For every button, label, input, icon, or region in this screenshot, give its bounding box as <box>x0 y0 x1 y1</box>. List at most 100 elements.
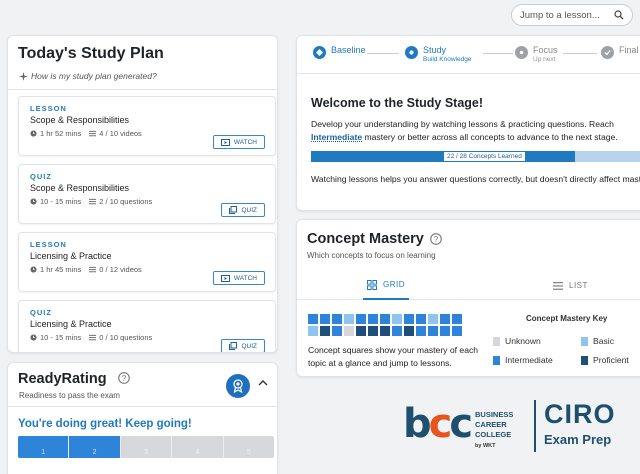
clock-icon <box>30 334 37 341</box>
tab-list-label: LIST <box>569 281 588 290</box>
list-icon <box>89 266 97 273</box>
ciro-logo-text: CIRO <box>544 399 616 429</box>
study-plan-title: Today's Study Plan <box>18 45 164 62</box>
step-final[interactable]: Final <box>601 45 639 59</box>
concepts-progress-fill <box>311 151 575 162</box>
plan-item-duration: 10 - 15 mins <box>40 333 82 342</box>
grid-icon <box>367 279 377 290</box>
lesson-search[interactable]: Jump to a lesson... <box>511 4 633 26</box>
concept-square[interactable] <box>308 326 318 336</box>
step-sublabel: Up next <box>533 56 556 63</box>
bcc-logo-mark: bcc <box>403 401 473 447</box>
concept-square[interactable] <box>404 326 414 336</box>
plan-item[interactable]: QUIZ Licensing & Practice 10 - 15 mins 0… <box>18 300 276 352</box>
concept-square[interactable] <box>368 314 378 324</box>
key-label: Unknown <box>505 336 541 346</box>
bookmark-icon <box>493 336 500 346</box>
plan-item-title: Licensing & Practice <box>30 251 112 261</box>
step-label: Baseline <box>331 45 366 55</box>
plan-item-duration: 10 - 15 mins <box>40 197 82 206</box>
step-focus[interactable]: Focus Up next <box>515 45 558 63</box>
college-name: BUSINESS CAREER COLLEGE by WKT <box>475 410 513 451</box>
concept-square[interactable] <box>428 314 438 324</box>
concept-grid-description: Concept squares show your mastery of eac… <box>308 345 479 368</box>
concept-square[interactable] <box>392 326 402 336</box>
bookmark-icon <box>581 355 588 365</box>
plan-item[interactable]: LESSON Licensing & Practice 1 hr 45 mins… <box>18 232 276 292</box>
divider <box>8 406 277 407</box>
bcc-ciro-logo: bcc BUSINESS CAREER COLLEGE by WKT CIRO Exa… <box>403 399 633 455</box>
ready-rating-bar: 1 2 3 4 5 <box>18 436 274 458</box>
help-icon[interactable]: ? <box>118 372 130 384</box>
watch-button[interactable]: WATCH <box>212 135 265 149</box>
rating-segment: 2 <box>69 436 121 458</box>
concept-square[interactable] <box>308 314 318 324</box>
chevron-up-icon[interactable] <box>258 379 268 386</box>
concept-square[interactable] <box>332 314 342 324</box>
tab-grid[interactable]: GRID <box>363 271 409 300</box>
concept-square[interactable] <box>440 326 450 336</box>
concept-square[interactable] <box>416 314 426 324</box>
quiz-button[interactable]: QUIZ <box>221 203 265 217</box>
concept-square[interactable] <box>332 326 342 336</box>
plan-item-progress: 2 / 10 questions <box>99 197 153 206</box>
quiz-button[interactable]: QUIZ <box>221 339 265 352</box>
search-icon <box>614 10 624 20</box>
concept-square[interactable] <box>392 314 402 324</box>
study-plan-help-link[interactable]: How is my study plan generated? <box>19 71 157 81</box>
watch-button[interactable]: WATCH <box>212 271 265 285</box>
concept-square[interactable] <box>356 326 366 336</box>
step-label: Focus <box>533 45 558 55</box>
plan-item-progress: 0 / 10 questions <box>99 333 153 342</box>
plan-item[interactable]: LESSON Scope & Responsibilities 1 hr 52 … <box>18 96 276 156</box>
concept-square[interactable] <box>344 326 354 336</box>
concept-square[interactable] <box>356 314 366 324</box>
concept-square[interactable] <box>404 314 414 324</box>
study-plan-help-text: How is my study plan generated? <box>31 71 157 81</box>
plan-item[interactable]: QUIZ Scope & Responsibilities 10 - 15 mi… <box>18 164 276 224</box>
concept-square[interactable] <box>440 314 450 324</box>
diamond-icon <box>313 46 326 59</box>
plan-item-duration: 1 hr 52 mins <box>40 129 82 138</box>
plan-item-duration: 1 hr 45 mins <box>40 265 82 274</box>
step-sublabel: Build Knowledge <box>423 56 472 63</box>
key-intermediate: Intermediate <box>493 355 553 365</box>
key-label: Basic <box>593 336 615 346</box>
step-current-icon <box>405 46 418 59</box>
plan-item-progress: 4 / 10 videos <box>99 129 142 138</box>
tab-list[interactable]: LIST <box>553 271 588 300</box>
stepper-connector <box>367 53 399 54</box>
award-icon[interactable] <box>226 374 250 398</box>
concept-square[interactable] <box>320 314 330 324</box>
watch-button-label: WATCH <box>233 274 257 282</box>
search-input[interactable]: Jump to a lesson... <box>520 10 614 21</box>
video-icon <box>220 274 230 282</box>
concept-square[interactable] <box>416 326 426 336</box>
concept-square[interactable] <box>380 314 390 324</box>
rating-segment: 5 <box>246 449 251 456</box>
divider <box>297 73 640 74</box>
welcome-desc-part: Develop your understanding by watching l… <box>311 119 614 129</box>
concept-square[interactable] <box>380 326 390 336</box>
college-line: BUSINESS <box>475 410 514 419</box>
step-study[interactable]: Study Build Knowledge <box>405 45 471 63</box>
ready-rating-subtitle: Readiness to pass the exam <box>19 391 120 400</box>
concept-square[interactable] <box>320 326 330 336</box>
welcome-note: Watching lessons helps you answer questi… <box>311 174 640 184</box>
concept-square[interactable] <box>428 326 438 336</box>
college-line: CAREER <box>475 420 507 429</box>
concepts-progress-label: 22 / 28 Concepts Learned <box>444 152 525 161</box>
concept-square[interactable] <box>452 326 462 336</box>
stage-stepper: Baseline Study Build Knowledge Focus Up ne… <box>297 36 640 73</box>
concept-square[interactable] <box>344 314 354 324</box>
concept-square[interactable] <box>452 314 462 324</box>
concept-square[interactable] <box>368 326 378 336</box>
help-icon[interactable]: ? <box>430 233 442 245</box>
step-baseline[interactable]: Baseline <box>313 45 366 59</box>
clock-icon <box>30 266 37 273</box>
tab-grid-label: GRID <box>383 280 405 289</box>
study-stage-card: Baseline Study Build Knowledge Focus Up ne… <box>296 35 640 211</box>
intermediate-link[interactable]: Intermediate <box>311 132 362 142</box>
divider <box>8 89 277 90</box>
list-icon <box>89 334 97 341</box>
